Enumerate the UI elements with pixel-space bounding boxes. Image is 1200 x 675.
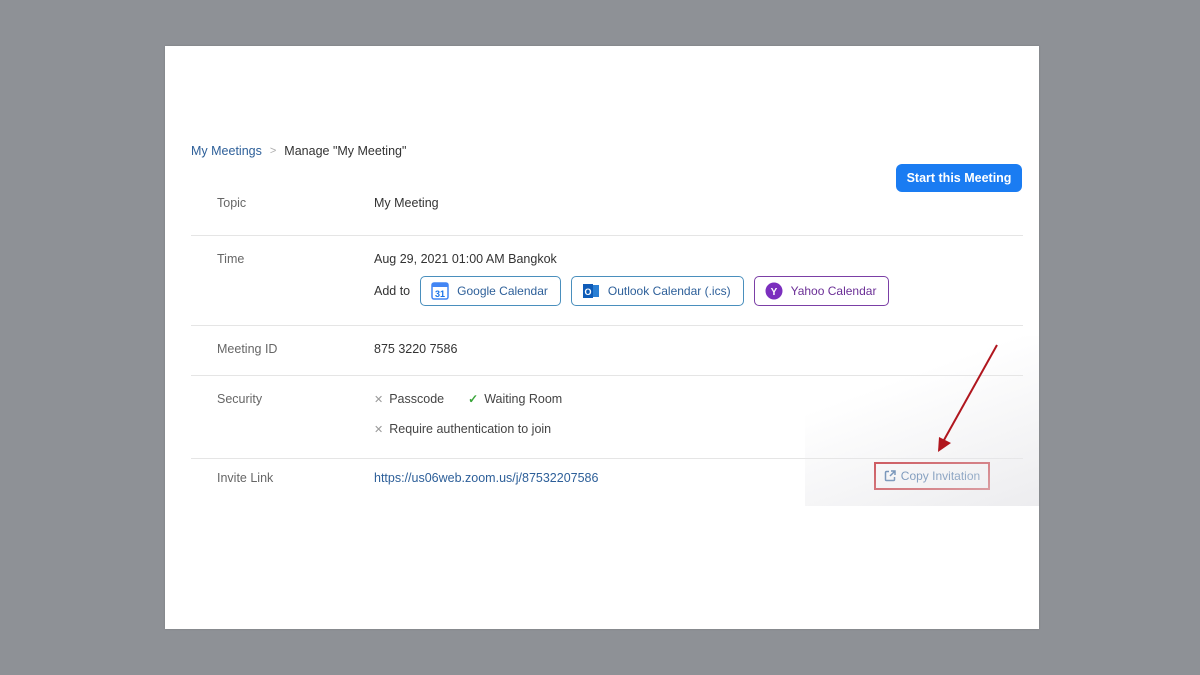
invite-link-label: Invite Link bbox=[217, 471, 274, 485]
meeting-id-label: Meeting ID bbox=[217, 342, 278, 356]
yahoo-calendar-label: Yahoo Calendar bbox=[790, 284, 877, 298]
x-icon: ✕ bbox=[374, 393, 384, 406]
google-calendar-icon: 31 bbox=[431, 282, 449, 300]
copy-invitation-button[interactable]: Copy Invitation bbox=[874, 462, 990, 490]
time-label: Time bbox=[217, 252, 245, 266]
topic-label: Topic bbox=[217, 196, 247, 210]
topic-row: Topic My Meeting bbox=[191, 180, 1023, 236]
time-row: Time Aug 29, 2021 01:00 AM Bangkok Add t… bbox=[191, 236, 1023, 326]
breadcrumb-separator: > bbox=[269, 145, 277, 157]
security-item-waiting-room: ✓ Waiting Room bbox=[468, 392, 562, 406]
authentication-label: Require authentication to join bbox=[389, 422, 552, 436]
copy-invitation-label: Copy Invitation bbox=[900, 469, 981, 483]
security-item-passcode: ✕ Passcode bbox=[374, 392, 444, 406]
time-value: Aug 29, 2021 01:00 AM Bangkok bbox=[374, 252, 557, 266]
invite-link-row: Invite Link https://us06web.zoom.us/j/87… bbox=[191, 459, 1023, 507]
google-calendar-button[interactable]: 31 Google Calendar bbox=[420, 276, 561, 306]
breadcrumb: My Meetings > Manage "My Meeting" bbox=[191, 144, 406, 158]
meeting-id-row: Meeting ID 875 3220 7586 bbox=[191, 326, 1023, 376]
security-item-authentication: ✕ Require authentication to join bbox=[374, 422, 551, 436]
passcode-label: Passcode bbox=[389, 392, 445, 406]
svg-text:O: O bbox=[584, 287, 591, 297]
waiting-room-label: Waiting Room bbox=[484, 392, 563, 406]
breadcrumb-my-meetings-link[interactable]: My Meetings bbox=[191, 144, 262, 158]
topic-value: My Meeting bbox=[374, 196, 439, 210]
google-calendar-label: Google Calendar bbox=[457, 284, 548, 298]
invite-link-url[interactable]: https://us06web.zoom.us/j/87532207586 bbox=[374, 471, 598, 485]
svg-text:Y: Y bbox=[770, 287, 777, 298]
meeting-details-table: Topic My Meeting Time Aug 29, 2021 01:00… bbox=[191, 180, 1023, 507]
meeting-id-value: 875 3220 7586 bbox=[374, 342, 458, 356]
add-to-label: Add to bbox=[374, 284, 411, 298]
security-row: Security ✕ Passcode ✓ Waiting Room ✕ Req… bbox=[191, 376, 1023, 459]
yahoo-icon: Y bbox=[765, 282, 783, 300]
svg-text:31: 31 bbox=[435, 289, 445, 299]
security-options-line-2: ✕ Require authentication to join bbox=[374, 422, 551, 436]
breadcrumb-current: Manage "My Meeting" bbox=[284, 144, 407, 158]
check-icon: ✓ bbox=[468, 392, 479, 406]
meeting-details-page: My Meetings > Manage "My Meeting" Start … bbox=[165, 46, 1039, 629]
outlook-calendar-button[interactable]: O Outlook Calendar (.ics) bbox=[570, 276, 744, 306]
security-label: Security bbox=[217, 392, 263, 406]
add-to-calendar-group: Add to 31 Google Calendar O Outlook Cale… bbox=[374, 276, 890, 306]
outlook-calendar-label: Outlook Calendar (.ics) bbox=[607, 284, 731, 298]
security-options-line-1: ✕ Passcode ✓ Waiting Room bbox=[374, 392, 562, 406]
x-icon: ✕ bbox=[374, 423, 384, 436]
copy-icon bbox=[884, 470, 896, 482]
outlook-icon: O bbox=[582, 284, 599, 298]
yahoo-calendar-button[interactable]: Y Yahoo Calendar bbox=[753, 276, 890, 306]
